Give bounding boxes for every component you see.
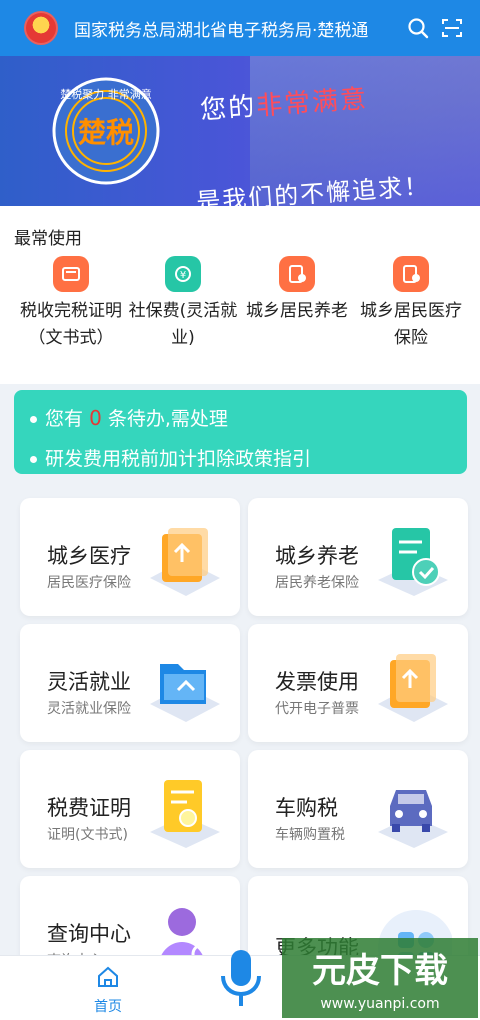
watermark-text: 元皮下载 <box>312 951 448 991</box>
upload-folder-icon <box>378 654 448 722</box>
card-flexible-employment[interactable]: 灵活就业 灵活就业保险 <box>20 624 240 742</box>
quick-pension[interactable]: 城乡居民养老 <box>242 256 352 325</box>
quick-item-label: 社保费(灵活就业) <box>128 301 238 348</box>
card-subtitle: 车辆购置税 <box>275 827 345 843</box>
pending-tasks-link[interactable]: 您有 0 条待办,需处理 <box>30 404 228 431</box>
seal-mark: 楚税 <box>78 116 134 149</box>
app-title: 国家税务总局湖北省电子税务局·楚税通 <box>74 20 369 41</box>
social-insurance-icon: ¥ <box>165 256 201 292</box>
card-title: 城乡养老 <box>275 544 359 568</box>
tab-home-label: 首页 <box>94 999 122 1015</box>
card-invoice-use[interactable]: 发票使用 代开电子普票 <box>248 624 468 742</box>
quick-medical[interactable]: 城乡居民医疗保险 <box>356 256 466 352</box>
certificate-icon <box>53 256 89 292</box>
tab-home[interactable]: 首页 <box>80 964 136 1016</box>
medical-icon <box>393 256 429 292</box>
card-title: 灵活就业 <box>47 670 131 694</box>
card-subtitle: 代开电子普票 <box>275 701 359 717</box>
microphone-icon[interactable] <box>206 942 276 1012</box>
pending-count: 0 <box>89 406 102 430</box>
folder-icon <box>150 664 220 722</box>
card-subtitle: 居民养老保险 <box>275 575 359 591</box>
seal-text: 楚税聚力 非常满意 <box>60 87 152 101</box>
document-check-icon <box>378 528 448 596</box>
card-title: 查询中心 <box>47 922 131 946</box>
card-title: 税费证明 <box>47 796 131 820</box>
scan-icon[interactable] <box>440 16 464 40</box>
watermark-url: www.yuanpi.com <box>320 996 439 1012</box>
promo-banner[interactable]: 楚税 楚税聚力 非常满意 您的非常满意 是我们的不懈追求！ <box>0 56 480 206</box>
search-icon[interactable] <box>406 16 430 40</box>
pension-icon <box>279 256 315 292</box>
section-title: 最常使用 <box>14 229 82 249</box>
car-icon <box>378 790 448 848</box>
card-title: 车购税 <box>275 796 338 820</box>
satisfaction-seal: 楚税 楚税聚力 非常满意 <box>52 77 160 185</box>
card-subtitle: 居民医疗保险 <box>47 575 131 591</box>
card-subtitle: 证明(文书式) <box>47 827 128 843</box>
site-watermark: 元皮下载 www.yuanpi.com <box>282 938 478 1018</box>
quick-item-label: 城乡居民医疗保险 <box>360 301 462 348</box>
home-icon <box>98 966 118 987</box>
card-subtitle: 灵活就业保险 <box>47 701 131 717</box>
emblem-icon <box>24 11 58 45</box>
quick-item-label: 税收完税证明（文书式） <box>20 301 122 348</box>
card-title: 城乡医疗 <box>47 544 131 568</box>
card-tax-certificate[interactable]: 税费证明 证明(文书式) <box>20 750 240 868</box>
notice-panel: 您有 0 条待办,需处理 研发费用税前加计扣除政策指引 <box>14 390 467 474</box>
bullet-icon <box>30 456 37 463</box>
most-used-section: 最常使用 税收完税证明（文书式） ¥ 社保费(灵活就业) 城乡居民养老 城乡居民… <box>0 206 480 384</box>
card-vehicle-tax[interactable]: 车购税 车辆购置税 <box>248 750 468 868</box>
card-rural-pension[interactable]: 城乡养老 居民养老保险 <box>248 498 468 616</box>
quick-social-insurance[interactable]: ¥ 社保费(灵活就业) <box>128 256 238 352</box>
quick-item-label: 城乡居民养老 <box>246 301 348 321</box>
policy-link[interactable]: 研发费用税前加计扣除政策指引 <box>30 444 311 471</box>
bullet-icon <box>30 416 37 423</box>
upload-folder-icon <box>150 528 220 596</box>
quick-tax-certificate[interactable]: 税收完税证明（文书式） <box>16 256 126 352</box>
card-rural-medical[interactable]: 城乡医疗 居民医疗保险 <box>20 498 240 616</box>
card-title: 发票使用 <box>275 670 359 694</box>
svg-text:¥: ¥ <box>180 270 186 281</box>
certificate-document-icon <box>150 780 220 848</box>
